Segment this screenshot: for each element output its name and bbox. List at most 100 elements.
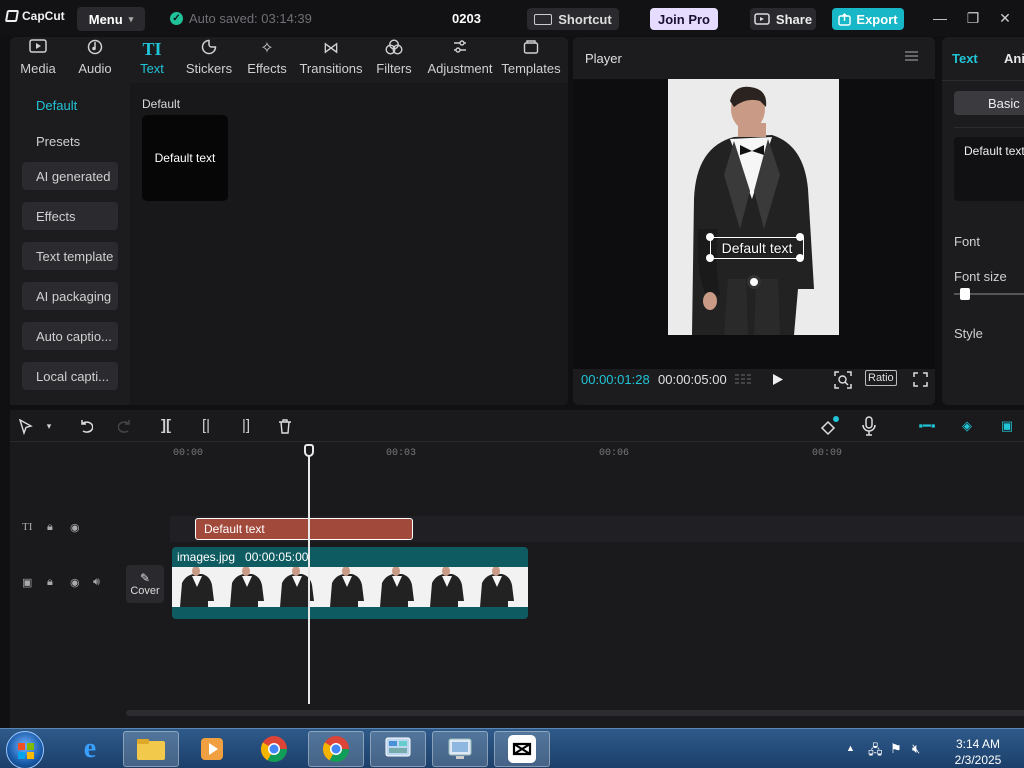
font-size-label: Font size	[954, 269, 1007, 284]
lock-icon[interactable]: 🔒︎	[47, 521, 53, 534]
export-button[interactable]: Export	[832, 8, 904, 30]
undo-icon[interactable]	[79, 419, 93, 433]
rotate-icon[interactable]	[747, 275, 761, 289]
text-overlay-box[interactable]: Default text	[710, 237, 804, 259]
category-effects[interactable]: Effects	[22, 202, 118, 230]
tab-filters[interactable]: Filters	[366, 37, 422, 83]
tab-audio[interactable]: Audio	[66, 37, 124, 83]
ratio-button[interactable]: Ratio	[865, 370, 897, 386]
font-size-slider-knob[interactable]	[960, 288, 970, 300]
delete-icon[interactable]	[278, 419, 292, 434]
minimize-icon[interactable]: —	[930, 8, 950, 28]
chrome-icon[interactable]	[246, 731, 302, 767]
category-text-template[interactable]: Text template	[22, 242, 118, 270]
taskbar-clock[interactable]: 3:14 AM 2/3/2025	[948, 736, 1008, 768]
text-clip[interactable]: Default text	[195, 518, 413, 540]
remote-desktop-icon[interactable]	[432, 731, 488, 767]
thumbnail	[272, 566, 322, 607]
basic-tab-button[interactable]: Basic	[954, 91, 1024, 115]
tab-text-properties[interactable]: Text	[952, 51, 978, 66]
chevron-down-icon[interactable]: ▾	[39, 416, 59, 436]
share-button[interactable]: Share	[750, 8, 816, 30]
media-panel: Media Audio TI Text Stickers ✧ Effects ⋈…	[10, 37, 568, 405]
timeline-scrollbar[interactable]	[126, 710, 1024, 716]
tab-animation[interactable]: Ani	[1004, 51, 1024, 66]
tab-text[interactable]: TI Text	[124, 37, 180, 83]
tab-stickers[interactable]: Stickers	[180, 37, 238, 83]
eye-icon[interactable]: ◉	[70, 521, 80, 534]
system-tray: ▲ 🖧︎ ⚑ 🔇︎ 3:14 AM 2/3/2025	[840, 733, 1024, 767]
tab-media[interactable]: Media	[10, 37, 66, 83]
player-controls: 00:00:01:28 00:00:05:00 Ratio	[573, 369, 935, 405]
resize-handle[interactable]	[796, 254, 804, 262]
video-preview[interactable]	[668, 79, 839, 335]
chrome-icon[interactable]	[308, 731, 364, 767]
autosave-status: ✓ Auto saved: 03:14:39	[170, 11, 312, 26]
cover-button[interactable]: ✎ Cover	[126, 565, 164, 603]
start-button[interactable]	[6, 731, 44, 768]
internet-explorer-icon[interactable]: e	[62, 731, 118, 767]
thumbnail	[322, 566, 372, 607]
split-left-icon[interactable]: [|	[196, 416, 216, 436]
eye-icon[interactable]: ◉	[70, 576, 80, 589]
resize-handle[interactable]	[796, 233, 804, 241]
tab-templates[interactable]: Templates	[498, 37, 564, 83]
text-content-input[interactable]: Default text	[954, 137, 1024, 201]
timeline-toolbar: ▾ ][ [| |] ▪━▪ ◈ ▣	[10, 410, 1024, 442]
default-text-card[interactable]: Default text	[142, 115, 228, 201]
current-timecode: 00:00:01:28	[581, 372, 650, 387]
preview-stage[interactable]: Default text	[573, 79, 935, 369]
volume-muted-icon[interactable]: 🔇︎	[912, 741, 920, 757]
control-panel-icon[interactable]	[370, 731, 426, 767]
lock-icon[interactable]: 🔒︎	[47, 576, 53, 589]
playhead-handle[interactable]	[304, 444, 314, 457]
category-ai-generated[interactable]: AI generated	[22, 162, 118, 190]
maximize-icon[interactable]: ❐	[963, 8, 983, 28]
ai-keyframe-icon[interactable]	[820, 416, 840, 436]
fit-zoom-icon[interactable]	[834, 371, 852, 389]
video-clip[interactable]: images.jpg 00:00:05:00	[172, 547, 528, 619]
play-icon[interactable]	[772, 373, 784, 386]
tab-transitions[interactable]: ⋈ Transitions	[296, 37, 366, 83]
project-name[interactable]: 0203	[452, 11, 481, 26]
select-cursor-icon[interactable]	[19, 419, 33, 435]
auto-snap-icon[interactable]: ◈	[955, 417, 979, 435]
playhead[interactable]	[308, 444, 310, 704]
speaker-icon[interactable]: 🔊︎	[93, 576, 100, 589]
flag-icon[interactable]: ⚑	[890, 741, 902, 757]
category-default[interactable]: Default	[22, 91, 118, 119]
microphone-icon[interactable]	[862, 416, 876, 436]
fullscreen-icon[interactable]	[913, 372, 928, 387]
keyboard-icon	[534, 13, 553, 25]
category-ai-packaging[interactable]: AI packaging	[22, 282, 118, 310]
waveform-icon[interactable]	[735, 372, 755, 386]
thumbnail	[372, 566, 422, 607]
resize-handle[interactable]	[706, 254, 714, 262]
join-pro-button[interactable]: Join Pro	[650, 8, 718, 30]
category-auto-captions[interactable]: Auto captio...	[22, 322, 118, 350]
split-right-icon[interactable]: |]	[236, 416, 256, 436]
text-track-icon: TI	[22, 521, 33, 533]
linkage-icon[interactable]: ▣	[995, 417, 1019, 435]
network-icon[interactable]: 🖧︎	[868, 741, 883, 763]
menu-icon[interactable]	[905, 51, 918, 61]
category-local-captions[interactable]: Local capti...	[22, 362, 118, 390]
text-track-header: TI 🔒︎ ◉	[10, 518, 125, 540]
capcut-taskbar-icon[interactable]	[494, 731, 550, 767]
shortcut-button[interactable]: Shortcut	[527, 8, 619, 30]
close-icon[interactable]: ✕	[995, 8, 1015, 28]
media-player-icon[interactable]	[184, 731, 240, 767]
category-presets[interactable]: Presets	[22, 127, 118, 155]
split-icon[interactable]: ][	[156, 416, 176, 436]
redo-icon[interactable]	[118, 419, 132, 433]
tab-effects[interactable]: ✧ Effects	[238, 37, 296, 83]
resize-handle[interactable]	[706, 233, 714, 241]
main-track-magnet-icon[interactable]: ▪━▪	[915, 417, 939, 435]
file-explorer-icon[interactable]	[123, 731, 179, 767]
time-ruler[interactable]: 00:00 00:03 00:06 00:09	[170, 442, 1024, 464]
chevron-up-icon[interactable]: ▲	[846, 743, 855, 753]
menu-button[interactable]: Menu ▾	[77, 7, 145, 31]
transitions-icon: ⋈	[323, 40, 339, 57]
ruler-tick: 00:00	[173, 448, 204, 459]
tab-adjustment[interactable]: Adjustment	[422, 37, 498, 83]
